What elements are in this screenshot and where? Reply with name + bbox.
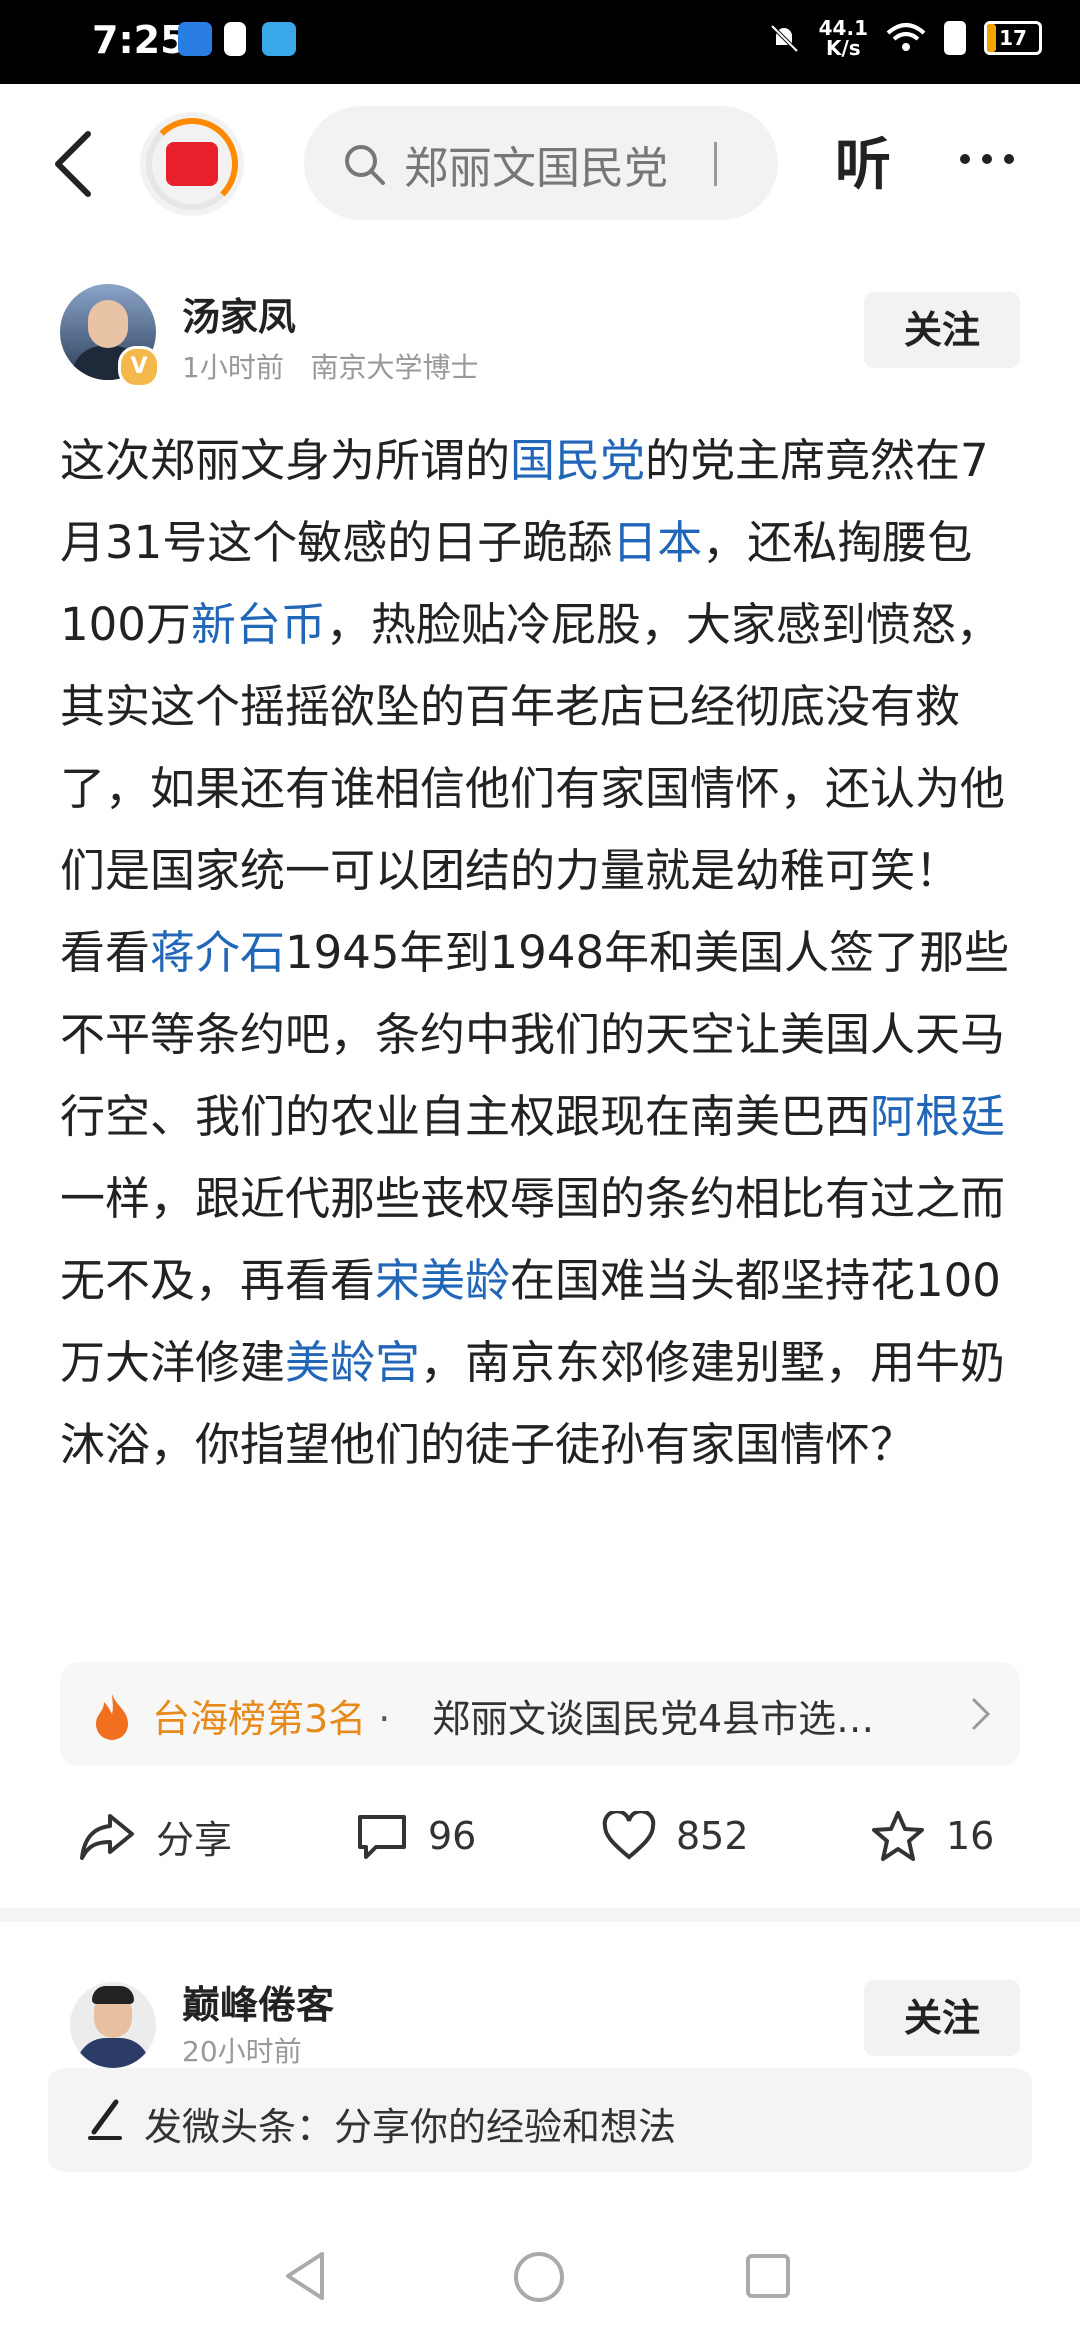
comment-button[interactable]: 96 — [356, 1796, 476, 1876]
wifi-icon — [886, 23, 926, 51]
hot-ranking-bar[interactable]: 台海榜第3名 · 郑丽文谈国民党4县市选… — [60, 1662, 1020, 1766]
like-button[interactable]: 852 — [602, 1796, 749, 1876]
topic-link[interactable]: 日本 — [612, 516, 702, 569]
follow-button[interactable]: 关注 — [864, 1980, 1020, 2056]
text-cursor — [714, 142, 717, 186]
flame-icon — [96, 1694, 128, 1740]
section-divider — [0, 1908, 1080, 1922]
verified-badge: V — [118, 346, 160, 388]
app-logo[interactable] — [140, 112, 244, 216]
more-button[interactable] — [960, 154, 1014, 164]
topic-link[interactable]: 新台币 — [191, 598, 326, 651]
system-nav-bar — [0, 2200, 1080, 2340]
author-bio: 南京大学博士 — [310, 351, 479, 384]
favorite-count: 16 — [946, 1814, 995, 1858]
search-input[interactable]: 郑丽文国民党 — [404, 132, 668, 196]
alert-icon — [944, 21, 966, 55]
back-button[interactable] — [44, 124, 104, 204]
topic-link[interactable]: 蒋介石 — [150, 926, 285, 979]
battery-level: 17 — [999, 26, 1027, 50]
post-text: 看看 — [60, 926, 151, 979]
hot-topic-title: 郑丽文谈国民党4县市选… — [432, 1697, 875, 1741]
back-triangle-icon[interactable] — [282, 2250, 330, 2302]
top-header: 郑丽文国民党 听 — [0, 84, 1080, 244]
favorite-button[interactable]: 16 — [870, 1796, 994, 1876]
net-speed: 44.1 K/s — [818, 16, 868, 60]
battery-icon: 17 — [984, 21, 1042, 55]
search-icon — [345, 145, 385, 185]
post-paragraph: 看看蒋介石1945年到1948年和美国人签了那些不平等条约吧，条约中我们的天空让… — [60, 912, 1030, 1486]
hot-rank-label: 台海榜第3名 · — [152, 1697, 391, 1741]
author-name[interactable]: 巅峰倦客 — [182, 1974, 334, 2029]
mute-bell-icon — [770, 24, 799, 53]
follow-button[interactable]: 关注 — [864, 292, 1020, 368]
home-circle-icon[interactable] — [512, 2250, 566, 2304]
post-text: 这次郑丽文身为所谓的 — [60, 434, 511, 487]
composer-placeholder: 发微头条：分享你的经验和想法 — [144, 2105, 677, 2149]
star-icon — [872, 1811, 924, 1861]
shield-icon — [178, 22, 212, 56]
pen-icon — [88, 2099, 122, 2140]
recents-square-icon[interactable] — [744, 2252, 792, 2300]
heart-icon — [602, 1811, 656, 1860]
ellipsis-icon — [960, 154, 970, 164]
topic-link[interactable]: 国民党 — [510, 434, 645, 487]
chevron-left-icon — [55, 131, 91, 197]
post-body: 这次郑丽文身为所谓的国民党的党主席竟然在7月31号这个敏感的日子跪舔日本，还私掏… — [60, 420, 1030, 1486]
topic-link[interactable]: 美龄宫 — [285, 1336, 420, 1389]
share-label: 分享 — [156, 1817, 233, 1862]
share-button[interactable]: 分享 — [78, 1796, 232, 1876]
alert-icon — [224, 22, 246, 56]
status-time: 7:25 — [92, 18, 187, 62]
comment-icon — [358, 1815, 406, 1859]
author-name[interactable]: 汤家凤 — [182, 286, 296, 341]
search-bar[interactable]: 郑丽文国民党 — [304, 106, 778, 220]
post-time: 20小时前 — [182, 2035, 302, 2068]
post-composer[interactable]: 发微头条：分享你的经验和想法 — [48, 2068, 1032, 2172]
chevron-right-icon — [972, 1698, 991, 1730]
topic-link[interactable]: 宋美龄 — [375, 1254, 510, 1307]
author-meta: 1小时前 南京大学博士 — [182, 346, 479, 386]
cloud-icon — [262, 22, 296, 56]
topic-link[interactable]: 阿根廷 — [870, 1090, 1005, 1143]
author-avatar[interactable] — [70, 1982, 156, 2068]
listen-button[interactable]: 听 — [835, 120, 891, 201]
share-icon — [80, 1814, 134, 1860]
status-bar: 7:25 44.1 K/s 17 — [0, 0, 1080, 84]
post-time: 1小时前 — [182, 351, 284, 384]
like-count: 852 — [676, 1814, 749, 1858]
comment-count: 96 — [428, 1814, 477, 1858]
post-paragraph: 这次郑丽文身为所谓的国民党的党主席竟然在7月31号这个敏感的日子跪舔日本，还私掏… — [60, 420, 1030, 912]
